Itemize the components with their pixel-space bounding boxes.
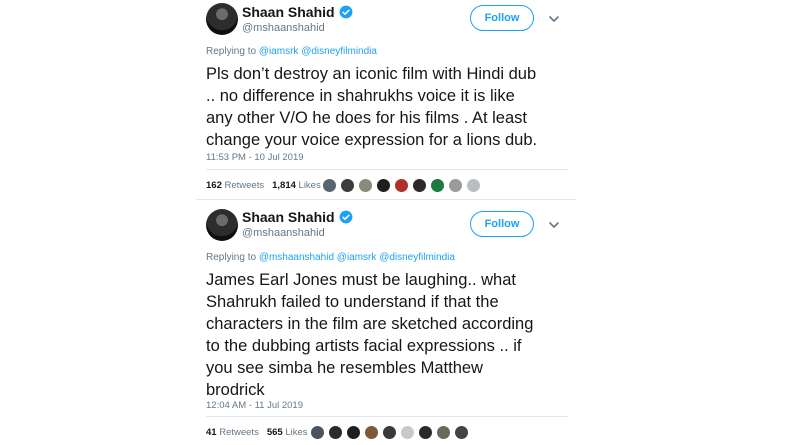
liker-avatar[interactable] [322,178,337,193]
likes-count[interactable]: 1,814 [272,180,296,191]
replying-to: Replying to @mshaanshahid @iamsrk @disne… [206,252,455,263]
liker-avatar[interactable] [448,178,463,193]
chevron-down-icon[interactable] [548,13,560,25]
divider [196,199,576,200]
follow-button[interactable]: Follow [470,211,534,237]
divider [206,416,568,417]
liker-avatar[interactable] [394,178,409,193]
tweet-text-line: change your voice expression for a lions… [206,131,538,149]
tweet-stats: 162 Retweets 1,814 Likes [206,180,321,191]
tweet-text-line: Pls don’t destroy an iconic film with Hi… [206,65,537,83]
liker-avatar[interactable] [328,425,343,440]
author-handle[interactable]: @mshaanshahid [242,227,325,239]
mention-link[interactable]: @iamsrk [259,46,299,57]
tweet-text-line: James Earl Jones must be laughing.. what [206,271,516,289]
liker-avatar[interactable] [436,425,451,440]
mention-link[interactable]: @iamsrk [337,252,377,263]
liker-avatar[interactable] [412,178,427,193]
liker-avatar[interactable] [376,178,391,193]
tweet-text-line: brodrick [206,381,265,399]
liker-avatar[interactable] [400,425,415,440]
author-name-row[interactable]: Shaan Shahid [242,209,353,225]
replying-prefix: Replying to [206,252,257,263]
liker-avatar[interactable] [310,425,325,440]
retweets-label[interactable]: Retweets [225,180,265,191]
tweet-timestamp[interactable]: 11:53 PM - 10 Jul 2019 [206,152,304,163]
author-name[interactable]: Shaan Shahid [242,209,335,225]
follow-button[interactable]: Follow [470,5,534,31]
retweets-count[interactable]: 162 [206,180,222,191]
tweet-text-line: to the dubbing artists facial expression… [206,337,522,355]
avatar[interactable] [206,209,238,241]
likes-label[interactable]: Likes [299,180,321,191]
tweet-text: Pls don’t destroy an iconic film with Hi… [206,63,537,151]
tweet-text: James Earl Jones must be laughing.. what… [206,269,533,401]
liker-avatar[interactable] [340,178,355,193]
liker-avatar[interactable] [346,425,361,440]
liker-avatar[interactable] [382,425,397,440]
author-handle[interactable]: @mshaanshahid [242,22,325,34]
retweets-label[interactable]: Retweets [219,427,259,438]
author-name[interactable]: Shaan Shahid [242,4,335,20]
liker-avatars [310,425,469,440]
retweets-count[interactable]: 41 [206,427,217,438]
likes-count[interactable]: 565 [267,427,283,438]
liker-avatar[interactable] [364,425,379,440]
tweet-text-line: Shahrukh failed to understand if that th… [206,293,499,311]
mention-link[interactable]: @disneyfilmindia [379,252,455,263]
mention-link[interactable]: @disneyfilmindia [301,46,377,57]
liker-avatar[interactable] [358,178,373,193]
liker-avatars [322,178,481,193]
tweet-timestamp[interactable]: 12:04 AM - 11 Jul 2019 [206,400,303,411]
replying-prefix: Replying to [206,46,257,57]
likes-label[interactable]: Likes [285,427,307,438]
verified-badge-icon [339,5,352,19]
tweet-text-line: you see simba he resembles Matthew [206,359,483,377]
liker-avatar[interactable] [466,178,481,193]
tweet-text-line: any other V/O he does for his films . At… [206,109,527,127]
tweet-text-line: characters in the film are sketched acco… [206,315,534,333]
liker-avatar[interactable] [454,425,469,440]
replying-to: Replying to @iamsrk @disneyfilmindia [206,46,377,57]
chevron-down-icon[interactable] [548,219,560,231]
avatar[interactable] [206,3,238,35]
liker-avatar[interactable] [418,425,433,440]
author-name-row[interactable]: Shaan Shahid [242,4,353,20]
tweet-text-line: .. no difference in shahrukhs voice it i… [206,87,515,105]
liker-avatar[interactable] [430,178,445,193]
verified-badge-icon [339,210,352,224]
tweet-stats: 41 Retweets 565 Likes [206,427,308,438]
divider [206,169,568,170]
mention-link[interactable]: @mshaanshahid [259,252,334,263]
